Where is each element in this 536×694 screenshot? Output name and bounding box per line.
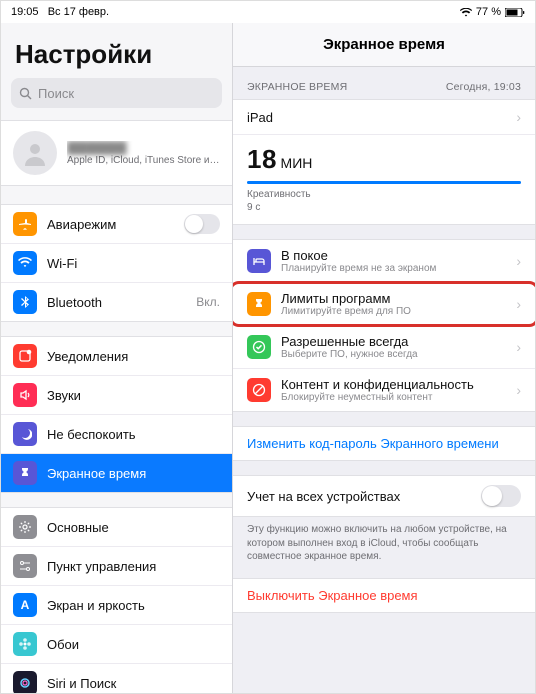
battery-pct: 77 % — [476, 6, 501, 18]
options-card: В покоеПланируйте время не за экраном›Ли… — [233, 239, 535, 412]
share-row[interactable]: Учет на всех устройствах — [233, 476, 535, 516]
bar-value: 9 с — [247, 201, 521, 214]
option-title: Разрешенные всегда — [281, 334, 506, 349]
sidebar-item-notify[interactable]: Уведомления — [1, 337, 232, 375]
option-sub: Блокируйте неуместный контент — [281, 392, 506, 403]
sidebar-item-label: Не беспокоить — [47, 427, 220, 442]
sidebar-item-siri[interactable]: Siri и Поиск — [1, 663, 232, 693]
sidebar-item-label: Экранное время — [47, 466, 220, 481]
status-left: 19:05 Вс 17 февр. — [11, 6, 109, 18]
gear-icon — [13, 515, 37, 539]
status-date: Вс 17 февр. — [48, 6, 109, 18]
section-label: ЭКРАННОЕ ВРЕМЯ — [247, 81, 347, 93]
row-value: Вкл. — [196, 295, 220, 309]
search-placeholder: Поиск — [38, 86, 74, 101]
device-name: iPad — [247, 110, 506, 125]
svg-text:A: A — [21, 598, 30, 612]
option-sub: Выберите ПО, нужное всегда — [281, 349, 506, 360]
sidebar-item-flower[interactable]: Обои — [1, 624, 232, 663]
sidebar-item-dnd[interactable]: Не беспокоить — [1, 414, 232, 453]
wifi-icon — [460, 8, 472, 17]
usage-unit: МИН — [281, 155, 313, 171]
detail-pane: Экранное время ЭКРАННОЕ ВРЕМЯ Сегодня, 1… — [233, 23, 535, 693]
check-icon — [247, 335, 271, 359]
sidebar-item-label: Bluetooth — [47, 295, 186, 310]
sidebar-item-hourglass[interactable]: Экранное время — [1, 453, 232, 492]
option-bed[interactable]: В покоеПланируйте время не за экраном › — [233, 240, 535, 282]
sidebar-item-switches[interactable]: Пункт управления — [1, 546, 232, 585]
search-icon — [19, 87, 32, 100]
option-title: Контент и конфиденциальность — [281, 377, 506, 392]
settings-title: Настройки — [1, 23, 232, 78]
chevron-icon: › — [516, 253, 521, 269]
brightness-icon: A — [13, 593, 37, 617]
share-toggle[interactable] — [481, 485, 521, 507]
chevron-icon: › — [516, 339, 521, 355]
wifi-icon — [13, 251, 37, 275]
option-sub: Лимитируйте время для ПО — [281, 306, 506, 317]
airplane-icon — [13, 212, 37, 236]
sidebar: Настройки Поиск ██████ Apple ID, iCloud,… — [1, 23, 233, 693]
avatar — [13, 131, 57, 175]
search-input[interactable]: Поиск — [11, 78, 222, 108]
dnd-icon — [13, 422, 37, 446]
status-bar: 19:05 Вс 17 февр. 77 % — [1, 1, 535, 23]
forbid-icon — [247, 378, 271, 402]
sound-icon — [13, 383, 37, 407]
profile-row[interactable]: ██████ Apple ID, iCloud, iTunes Store и … — [1, 120, 232, 186]
sidebar-scroll[interactable]: Авиарежим Wi-Fi Bluetooth Вкл. Уведомления Зв… — [1, 186, 232, 693]
siri-icon — [13, 671, 37, 693]
section-timestamp: Сегодня, 19:03 — [446, 81, 521, 93]
sidebar-item-label: Siri и Поиск — [47, 676, 220, 691]
option-forbid[interactable]: Контент и конфиденциальностьБлокируйте н… — [233, 368, 535, 411]
chevron-icon: › — [516, 382, 521, 398]
hourglass-icon — [13, 461, 37, 485]
hourglass-icon — [247, 292, 271, 316]
profile-sub: Apple ID, iCloud, iTunes Store и A… — [67, 155, 220, 166]
sidebar-item-label: Основные — [47, 520, 220, 535]
option-title: В покое — [281, 248, 506, 263]
profile-name: ██████ — [67, 141, 220, 155]
bed-icon — [247, 249, 271, 273]
flower-icon — [13, 632, 37, 656]
sidebar-item-label: Звуки — [47, 388, 220, 403]
chevron-icon: › — [516, 109, 521, 125]
option-title: Лимиты программ — [281, 291, 506, 306]
bar-category: Креативность — [247, 188, 521, 201]
sidebar-item-label: Авиарежим — [47, 217, 174, 232]
sidebar-item-airplane[interactable]: Авиарежим — [1, 205, 232, 243]
switches-icon — [13, 554, 37, 578]
detail-title: Экранное время — [233, 23, 535, 67]
sidebar-item-sound[interactable]: Звуки — [1, 375, 232, 414]
sidebar-item-brightness[interactable]: A Экран и яркость — [1, 585, 232, 624]
status-right: 77 % — [460, 6, 525, 18]
chevron-icon: › — [516, 296, 521, 312]
option-check[interactable]: Разрешенные всегдаВыберите ПО, нужное вс… — [233, 325, 535, 368]
notify-icon — [13, 344, 37, 368]
share-label: Учет на всех устройствах — [247, 489, 471, 504]
sidebar-item-gear[interactable]: Основные — [1, 508, 232, 546]
option-sub: Планируйте время не за экраном — [281, 263, 506, 274]
usage-card[interactable]: iPad › 18 МИН Креативность 9 с — [233, 99, 535, 225]
battery-icon — [505, 8, 525, 17]
sidebar-item-label: Уведомления — [47, 349, 220, 364]
change-passcode-button[interactable]: Изменить код-пароль Экранного времени — [233, 427, 535, 460]
turn-off-button[interactable]: Выключить Экранное время — [233, 579, 535, 612]
sidebar-item-bluetooth[interactable]: Bluetooth Вкл. — [1, 282, 232, 321]
share-note: Эту функцию можно включить на любом устр… — [233, 517, 535, 564]
usage-number: 18 — [247, 144, 277, 174]
status-time: 19:05 — [11, 6, 39, 18]
sidebar-item-wifi[interactable]: Wi-Fi — [1, 243, 232, 282]
sidebar-item-label: Пункт управления — [47, 559, 220, 574]
sidebar-item-label: Обои — [47, 637, 220, 652]
sidebar-item-label: Wi-Fi — [47, 256, 210, 271]
bluetooth-icon — [13, 290, 37, 314]
airplane-toggle[interactable] — [184, 214, 220, 234]
option-hourglass[interactable]: Лимиты программЛимитируйте время для ПО › — [233, 282, 535, 325]
sidebar-item-label: Экран и яркость — [47, 598, 220, 613]
